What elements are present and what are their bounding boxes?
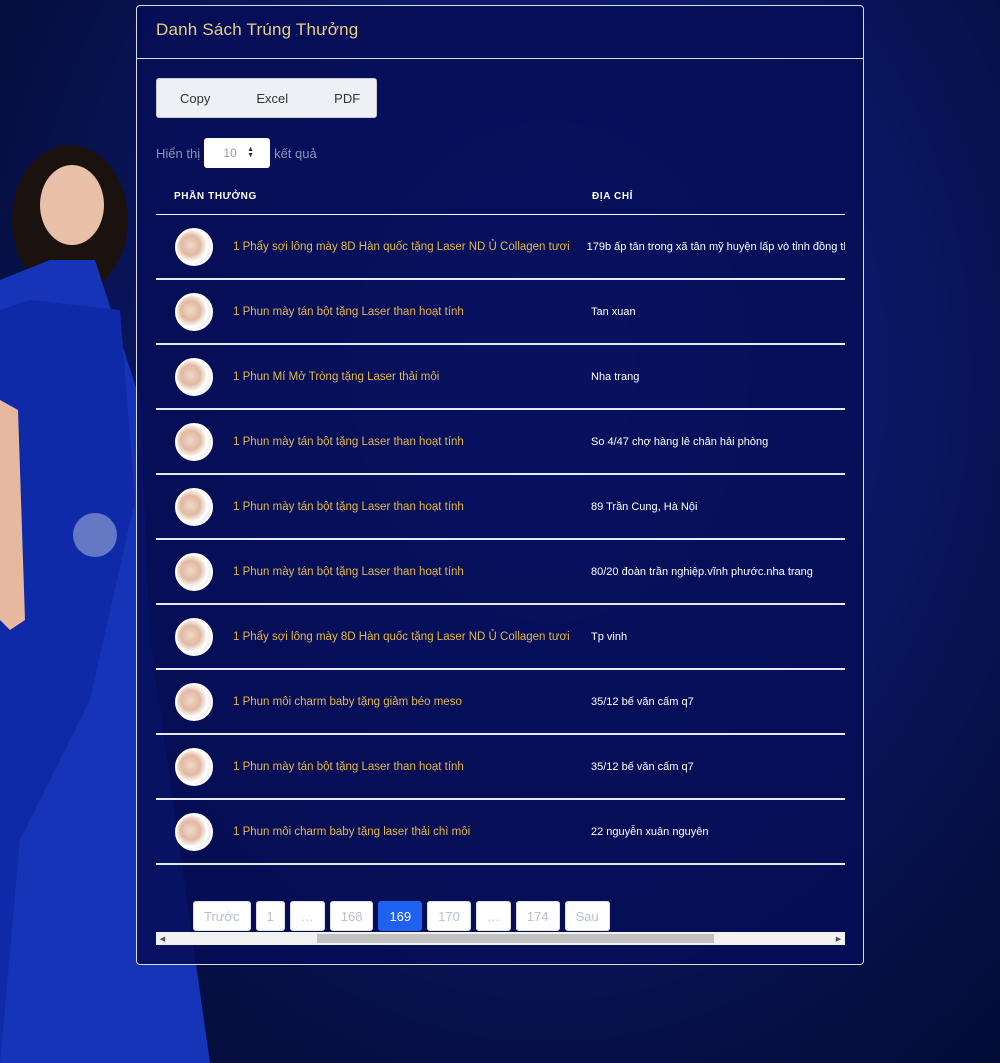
table-header: PHẦN THƯỞNG ĐỊA CHỈ <box>156 178 845 215</box>
pagination: Trước 1 … 168 169 170 … 174 Sau <box>193 901 610 931</box>
scrollbar-track[interactable] <box>169 932 832 945</box>
triangle-right-icon[interactable]: ▶ <box>832 932 845 945</box>
prize-thumbnail <box>175 617 213 656</box>
excel-button[interactable]: Excel <box>233 79 311 117</box>
prize-link[interactable]: 1 Phun mày tán bột tặng Laser than hoạt … <box>213 436 574 448</box>
prize-thumbnail <box>175 227 213 266</box>
address-cell: Tan xuan <box>591 305 636 318</box>
table-row: 1 Phun mày tán bột tặng Laser than hoạt … <box>156 475 845 540</box>
address-cell: 80/20 đoàn trần nghiệp.vĩnh phước.nha tr… <box>591 565 813 578</box>
panel-header: Danh Sách Trúng Thưởng <box>137 6 863 59</box>
page-button-174[interactable]: 174 <box>515 901 560 931</box>
prize-thumbnail <box>175 552 213 591</box>
page-button-168[interactable]: 168 <box>329 901 374 931</box>
table-row: 1 Phun môi charm baby tặng giảm béo meso… <box>156 670 845 735</box>
length-prefix: Hiển thị <box>156 145 201 161</box>
address-cell: So 4/47 chợ hàng lê chân hải phòng <box>591 435 769 448</box>
address-cell: 179b ấp tân trong xã tân mỹ huyện lấp vò… <box>586 240 845 253</box>
prize-link[interactable]: 1 Phun mày tán bột tặng Laser than hoạt … <box>213 501 574 513</box>
prize-thumbnail <box>175 682 213 721</box>
copy-button[interactable]: Copy <box>157 79 233 117</box>
address-cell: 22 nguyễn xuân nguyên <box>591 825 709 838</box>
prize-thumbnail <box>175 747 213 786</box>
prize-thumbnail <box>175 357 213 396</box>
table-row: 1 Phun mày tán bột tặng Laser than hoạt … <box>156 280 845 345</box>
prize-link[interactable]: 1 Phun Mí Mở Tròng tặng Laser thải môi <box>213 371 574 383</box>
export-toolbar: Copy Excel PDF <box>156 78 377 118</box>
page-button-170[interactable]: 170 <box>427 901 471 931</box>
prize-link[interactable]: 1 Phun môi charm baby tặng giảm béo meso <box>213 696 574 708</box>
page-ellipsis: … <box>289 901 325 931</box>
table-row: 1 Phun môi charm baby tặng laser thải ch… <box>156 800 845 865</box>
table-row: 1 Phẩy sợi lông mày 8D Hàn quốc tặng Las… <box>156 215 845 280</box>
address-cell: Nha trang <box>591 370 640 383</box>
prize-thumbnail <box>175 812 213 851</box>
column-header-prize[interactable]: PHẦN THƯỞNG <box>156 191 574 202</box>
prev-page-button[interactable]: Trước <box>193 901 251 931</box>
table-row: 1 Phun mày tán bột tặng Laser than hoạt … <box>156 735 845 800</box>
pdf-button[interactable]: PDF <box>311 79 383 117</box>
address-cell: 35/12 bế văn cấm q7 <box>591 695 694 708</box>
page-button-169[interactable]: 169 <box>378 901 423 931</box>
winners-panel: Danh Sách Trúng Thưởng Copy Excel PDF Hi… <box>136 5 864 965</box>
table-row: 1 Phẩy sợi lông mày 8D Hàn quốc tặng Las… <box>156 605 845 670</box>
page-length-value: 10 <box>223 146 237 160</box>
table-row: 1 Phun mày tán bột tặng Laser than hoạt … <box>156 540 845 605</box>
prize-thumbnail <box>175 487 213 526</box>
scrollbar-thumb[interactable] <box>317 934 714 943</box>
page-length-control: Hiển thị 10 ▲ ▼ kết quả <box>156 138 317 168</box>
prize-link[interactable]: 1 Phẩy sợi lông mày 8D Hàn quốc tặng Las… <box>213 631 574 643</box>
page-ellipsis: … <box>475 901 511 931</box>
prize-link[interactable]: 1 Phẩy sợi lông mày 8D Hàn quốc tặng Las… <box>213 241 570 253</box>
prize-thumbnail <box>175 292 213 331</box>
prize-thumbnail <box>175 422 213 461</box>
page-length-select[interactable]: 10 ▲ ▼ <box>204 138 271 168</box>
up-down-caret-icon: ▲ ▼ <box>247 146 255 159</box>
prize-link[interactable]: 1 Phun môi charm baby tặng laser thải ch… <box>213 826 574 838</box>
table-row: 1 Phun Mí Mở Tròng tặng Laser thải môi N… <box>156 345 845 410</box>
next-page-button[interactable]: Sau <box>564 901 610 931</box>
address-cell: 89 Trần Cung, Hà Nội <box>591 500 698 513</box>
panel-title: Danh Sách Trúng Thưởng <box>156 20 359 39</box>
table-row: 1 Phun mày tán bột tặng Laser than hoạt … <box>156 410 845 475</box>
prize-link[interactable]: 1 Phun mày tán bột tặng Laser than hoạt … <box>213 761 574 773</box>
winners-table: PHẦN THƯỞNG ĐỊA CHỈ 1 Phẩy sợi lông mày … <box>156 178 845 865</box>
prize-link[interactable]: 1 Phun mày tán bột tặng Laser than hoạt … <box>213 566 574 578</box>
length-suffix: kết quả <box>274 145 317 161</box>
column-header-address[interactable]: ĐỊA CHỈ <box>574 191 633 202</box>
horizontal-scrollbar[interactable]: ◀ ▶ <box>156 932 845 945</box>
page-button-1[interactable]: 1 <box>255 901 285 931</box>
address-cell: Tp vinh <box>591 630 628 643</box>
triangle-left-icon[interactable]: ◀ <box>156 932 169 945</box>
prize-link[interactable]: 1 Phun mày tán bột tặng Laser than hoạt … <box>213 306 574 318</box>
address-cell: 35/12 bế văn cấm q7 <box>591 760 694 773</box>
